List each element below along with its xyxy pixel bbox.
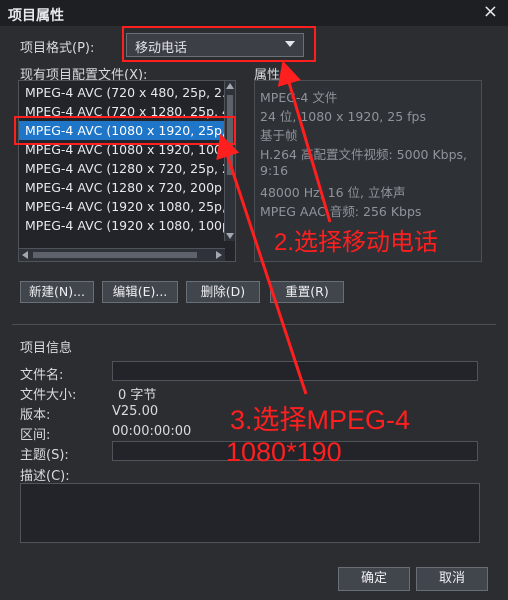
profile-item[interactable]: MPEG-4 AVC (1920 x 1080, 25p, 8 xyxy=(19,197,230,216)
scroll-thumb-horizontal[interactable] xyxy=(33,252,197,258)
property-line: H.264 高配置文件视频: 5000 Kbps, xyxy=(260,147,468,162)
range-value: 00:00:00:00 xyxy=(112,424,192,439)
step-3-annotation-line1: 3.选择MPEG-4 xyxy=(230,405,411,435)
version-value: V25.00 xyxy=(112,404,159,419)
description-textarea[interactable] xyxy=(20,483,480,543)
description-label: 描述(C): xyxy=(20,469,70,484)
property-line: 48000 Hz, 16 位, 立体声 xyxy=(260,185,406,200)
scroll-left-icon[interactable] xyxy=(22,251,28,259)
property-line: 24 位, 1080 x 1920, 25 fps xyxy=(260,109,426,124)
reset-button[interactable]: 重置(R) xyxy=(270,281,344,303)
subject-label: 主题(S): xyxy=(20,448,69,463)
window-title: 项目属性 xyxy=(8,8,64,24)
file-size-value: 0 字节 xyxy=(118,388,157,403)
property-line: 9:16 xyxy=(260,163,289,178)
range-label: 区间: xyxy=(20,428,51,443)
highlight-box-profile xyxy=(14,116,236,145)
profile-item[interactable]: MPEG-4 AVC (1920 x 1080, 100p xyxy=(19,216,230,235)
delete-button[interactable]: 删除(D) xyxy=(186,281,260,303)
scroll-down-icon[interactable] xyxy=(226,233,234,239)
profile-item[interactable]: MPEG-4 AVC (1280 x 720, 200p xyxy=(19,178,230,197)
property-line: MPEG AAC 音频: 256 Kbps xyxy=(260,204,422,219)
section-divider xyxy=(12,324,496,325)
property-line: MPEG-4 文件 xyxy=(260,90,338,105)
vertical-scrollbar[interactable] xyxy=(224,81,235,241)
title-bar: 项目属性 × xyxy=(0,0,508,26)
project-format-label: 项目格式(P): xyxy=(20,41,95,56)
file-size-label: 文件大小: xyxy=(20,388,77,403)
property-line: 基于帧 xyxy=(260,128,298,143)
step-2-annotation: 2.选择移动电话 xyxy=(274,229,439,256)
horizontal-scrollbar[interactable] xyxy=(19,248,225,261)
profile-list[interactable]: MPEG-4 AVC (720 x 480, 25p, 2.5 MPEG-4 A… xyxy=(18,80,236,262)
close-icon[interactable]: × xyxy=(483,3,498,21)
profile-item[interactable]: MPEG-4 AVC (720 x 480, 25p, 2.5 xyxy=(19,83,230,102)
ok-button[interactable]: 确定 xyxy=(338,567,410,591)
step-3-annotation-line2: 1080*190 xyxy=(226,437,342,467)
new-button[interactable]: 新建(N)... xyxy=(20,281,94,303)
scroll-right-icon[interactable] xyxy=(216,251,222,259)
project-info-title: 项目信息 xyxy=(20,341,73,356)
scroll-up-icon[interactable] xyxy=(226,83,234,89)
file-name-field xyxy=(112,361,478,381)
version-label: 版本: xyxy=(20,408,51,423)
profile-item[interactable]: MPEG-4 AVC (1280 x 720, 25p, 2 xyxy=(19,159,230,178)
edit-button[interactable]: 编辑(E)... xyxy=(102,281,178,303)
file-name-label: 文件名: xyxy=(20,368,64,383)
highlight-box-format xyxy=(122,26,316,62)
cancel-button[interactable]: 取消 xyxy=(416,567,488,591)
